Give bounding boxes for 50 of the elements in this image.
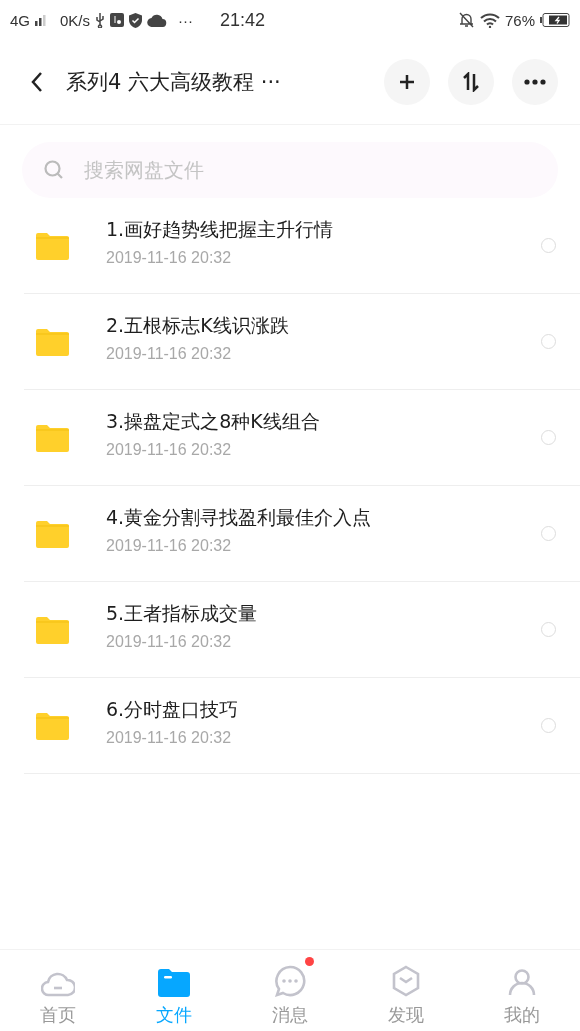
- folder-name: 2.五根标志K线识涨跌: [106, 312, 290, 338]
- folder-date: 2019-11-16 20:32: [106, 632, 233, 651]
- folder-item[interactable]: 5.王者指标成交量 2019-11-16 20:32: [24, 582, 580, 678]
- folder-item[interactable]: 4.黄金分割寻找盈利最佳介入点 2019-11-16 20:32: [24, 486, 580, 582]
- folder-icon: [158, 969, 190, 997]
- more-notifications: ···: [178, 11, 194, 29]
- add-button[interactable]: [384, 59, 430, 105]
- folder-item[interactable]: 1.画好趋势线把握主升行情 2019-11-16 20:32: [24, 198, 580, 294]
- usb-icon: [95, 12, 106, 28]
- folder-icon: [36, 327, 69, 356]
- search-field[interactable]: 搜索网盘文件: [22, 142, 558, 198]
- more-button[interactable]: [512, 59, 558, 105]
- folder-icon: [36, 615, 69, 644]
- folder-name: 5.王者指标成交量: [106, 600, 259, 626]
- signal-icon: [35, 14, 49, 26]
- shield-icon: [129, 12, 143, 28]
- battery-level: 76%: [504, 11, 535, 29]
- folder-icon: [36, 711, 69, 740]
- folder-title: 系列4 六大高级教程 ···: [66, 69, 282, 96]
- wifi-icon: [479, 12, 500, 28]
- muted-bell-icon: [457, 12, 475, 28]
- cloud-icon: [147, 13, 168, 27]
- battery-icon: [540, 13, 570, 27]
- app-icon: [110, 13, 125, 27]
- folder-name: 4.黄金分割寻找盈利最佳介入点: [106, 504, 373, 530]
- folder-date: 2019-11-16 20:32: [106, 728, 233, 747]
- back-icon[interactable]: [30, 70, 44, 94]
- sort-icon: [461, 72, 481, 92]
- plus-icon: [398, 73, 416, 91]
- folder-date: 2019-11-16 20:32: [106, 248, 233, 267]
- sort-button[interactable]: [448, 59, 494, 105]
- clock: 21:42: [220, 9, 266, 31]
- hexagon-icon: [391, 965, 421, 997]
- folder-item[interactable]: 3.操盘定式之8种K线组合 2019-11-16 20:32: [24, 390, 580, 486]
- folder-name: 1.画好趋势线把握主升行情: [106, 216, 335, 242]
- more-icon: [524, 79, 546, 85]
- folder-item[interactable]: 6.分时盘口技巧 2019-11-16 20:32: [24, 678, 580, 774]
- chat-icon: [274, 965, 306, 997]
- folder-icon: [36, 231, 69, 260]
- folder-icon: [36, 423, 69, 452]
- person-icon: [507, 967, 537, 997]
- folder-name: 3.操盘定式之8种K线组合: [106, 408, 321, 434]
- folder-item[interactable]: 2.五根标志K线识涨跌 2019-11-16 20:32: [24, 294, 580, 390]
- folder-name: 6.分时盘口技巧: [106, 696, 240, 722]
- folder-date: 2019-11-16 20:32: [106, 344, 233, 363]
- network-speed: 0K/s: [60, 11, 91, 29]
- network-type: 4G: [10, 11, 30, 29]
- folder-date: 2019-11-16 20:32: [106, 536, 233, 555]
- folder-date: 2019-11-16 20:32: [106, 440, 233, 459]
- folder-icon: [36, 519, 69, 548]
